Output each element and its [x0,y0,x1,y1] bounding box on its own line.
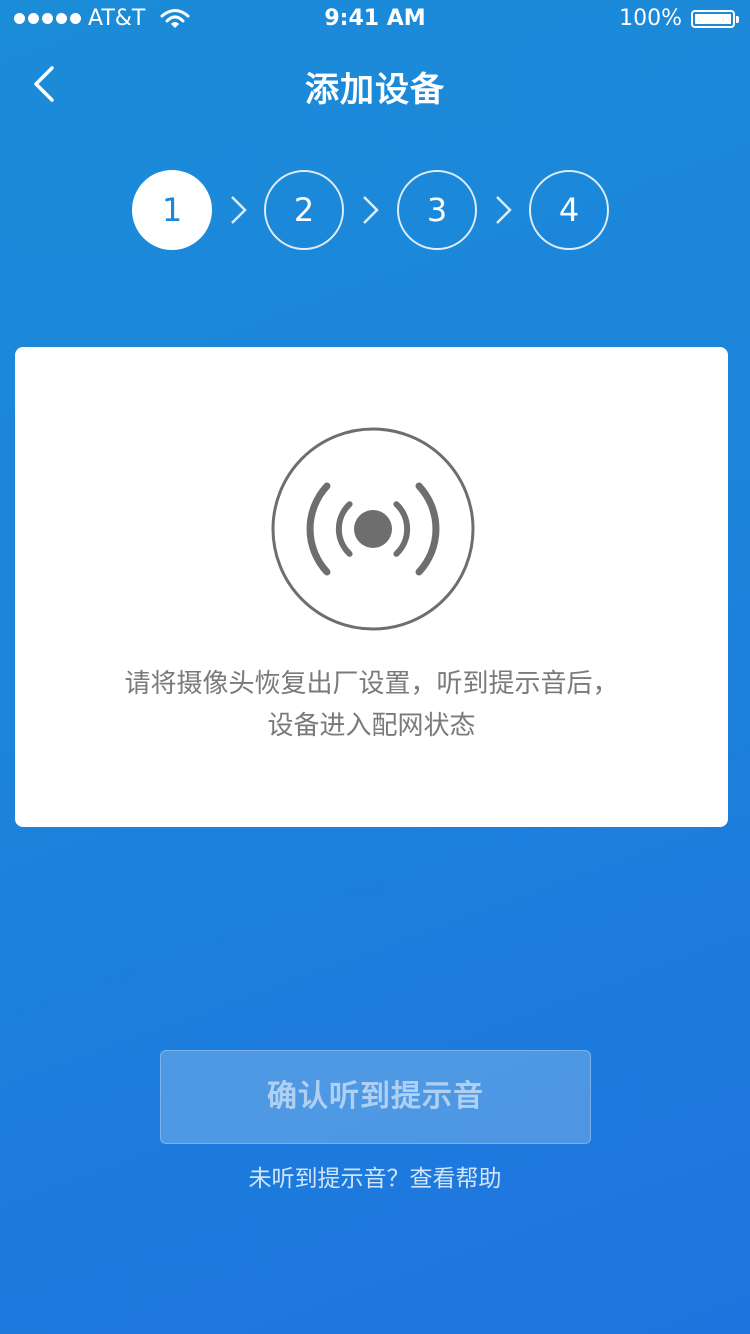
step-4: 4 [529,170,609,250]
battery-icon [691,10,739,28]
status-bar: AT&T 9:41 AM 100% [0,0,750,40]
instruction-text: 设备进入配网状态 [267,711,476,741]
confirm-heard-sound-button[interactable]: 确认听到提示音 [160,1050,591,1144]
step-3: 3 [397,170,477,250]
help-link[interactable]: 未听到提示音？查看帮助 [0,1159,750,1193]
step-indicator: 1 2 3 4 [0,170,750,254]
instruction-text: 请将摄像头恢复出厂设置，听到提示音后， [124,669,619,699]
page-title: 添加设备 [305,70,445,110]
chevron-right-icon [363,196,379,224]
sound-wave-icon [271,427,475,631]
instruction-card: 请将摄像头恢复出厂设置，听到提示音后， 设备进入配网状态 [15,347,728,827]
chevron-right-icon [231,196,247,224]
chevron-right-icon [496,196,512,224]
step-2: 2 [264,170,344,250]
step-1: 1 [132,170,212,250]
navigation-bar: 添加设备 [0,50,750,116]
battery-percentage: 100% [619,6,682,31]
